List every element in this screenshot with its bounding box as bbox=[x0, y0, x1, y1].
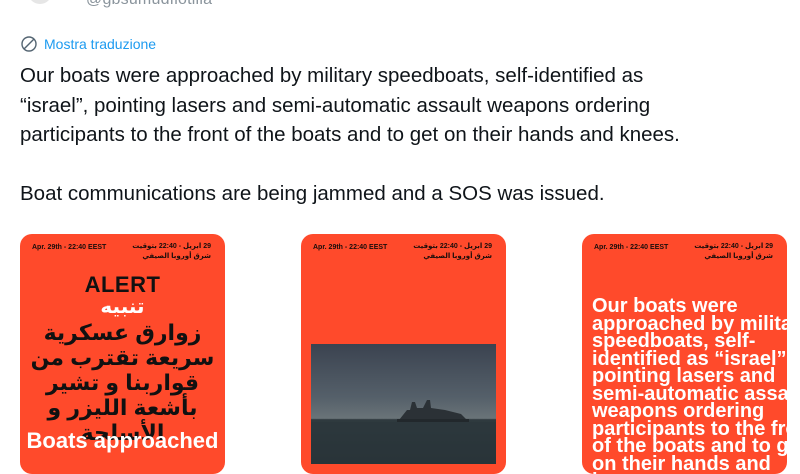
card-date-ar-line2: شرق أوروبا الصيفي bbox=[423, 253, 492, 260]
translate-link[interactable]: Mostra traduzione bbox=[20, 35, 156, 53]
tweet-text: Our boats were approached by military sp… bbox=[20, 64, 680, 205]
tweet-header: @gbsumudflotilla bbox=[0, 0, 800, 18]
media-card-photo[interactable]: Apr. 29th - 22:40 EEST 29 ابريل - 22:40 … bbox=[301, 234, 506, 474]
card-date-en: Apr. 29th - 22:40 EEST bbox=[594, 244, 669, 251]
card-date-ar: 29 ابريل - 22:40 بتوقيت شرق أوروبا الصيف… bbox=[132, 242, 211, 262]
card-date-en: Apr. 29th - 22:40 EEST bbox=[313, 244, 388, 251]
card-alert-body-ar: زوارق عسكرية سريعة تقترب من قواربنا و تش… bbox=[30, 320, 215, 445]
warship-photo bbox=[311, 344, 496, 464]
card-alert-title-ar: تنبيه bbox=[100, 296, 145, 318]
card-date-ar-line2: شرق أوروبا الصيفي bbox=[142, 253, 211, 260]
avatar[interactable] bbox=[28, 0, 52, 4]
media-card-alert[interactable]: Apr. 29th - 22:40 EEST 29 ابريل - 22:40 … bbox=[20, 234, 225, 474]
card-alert-footer: Boats approached bbox=[26, 428, 219, 453]
card-text-body: Our boats were approached by military sp… bbox=[592, 295, 787, 474]
card-date-ar: 29 ابريل - 22:40 بتوقيت شرق أوروبا الصيف… bbox=[694, 242, 773, 262]
card-date-ar-line1: 29 ابريل - 22:40 بتوقيت bbox=[132, 243, 211, 250]
card-date-ar: 29 ابريل - 22:40 بتوقيت شرق أوروبا الصيف… bbox=[413, 242, 492, 262]
translate-label[interactable]: Mostra traduzione bbox=[44, 36, 156, 52]
warship-silhouette-icon bbox=[311, 400, 496, 464]
card-date-ar-line1: 29 ابريل - 22:40 بتوقيت bbox=[694, 243, 773, 250]
card-date-en: Apr. 29th - 22:40 EEST bbox=[32, 244, 107, 251]
user-handle[interactable]: @gbsumudflotilla bbox=[86, 0, 212, 9]
card-date-ar-line1: 29 ابريل - 22:40 بتوقيت bbox=[413, 243, 492, 250]
globe-icon bbox=[21, 36, 37, 52]
card-date-ar-line2: شرق أوروبا الصيفي bbox=[704, 253, 773, 260]
media-card-text[interactable]: Apr. 29th - 22:40 EEST 29 ابريل - 22:40 … bbox=[582, 234, 787, 474]
